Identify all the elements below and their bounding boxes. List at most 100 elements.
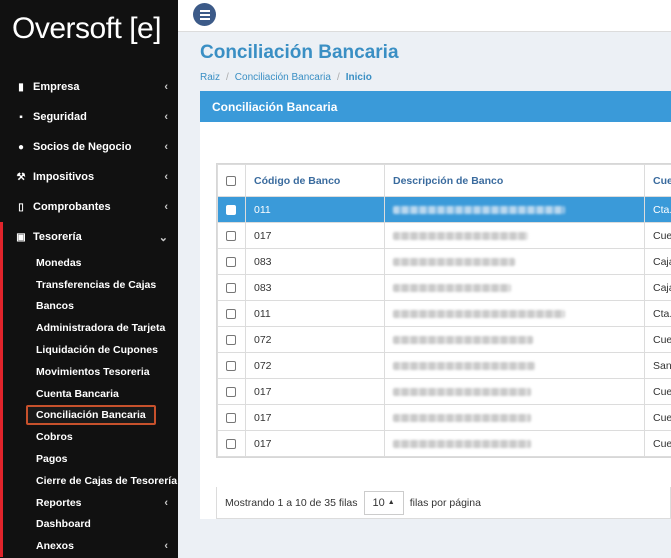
chevron-left-icon: ‹ [164,171,168,183]
cell-account: Cuer [644,430,671,457]
cell-account: Sant [644,352,671,379]
submenu-item-liquidacion[interactable]: Liquidación de Cupones [3,339,178,361]
redacted-text [393,205,565,214]
table-header-row: Código de Banco Descripción de Banco Cue [217,164,671,197]
submenu-item-movimientos[interactable]: Movimientos Tesoreria [3,361,178,383]
menu-toggle-icon[interactable] [193,3,216,26]
row-checkbox[interactable] [217,430,246,457]
sidebar-item-socios[interactable]: ● Socios de Negocio ‹ [0,132,178,162]
sidebar-item-label: Impositivos [33,171,95,183]
table-row[interactable]: 017 Cuer [217,378,671,405]
money-icon: ▣ [16,231,26,243]
content-panel: Conciliación Bancaria Código de Banco De… [200,91,671,519]
submenu-item-dashboard[interactable]: Dashboard [3,514,178,536]
breadcrumb-section[interactable]: Conciliación Bancaria [235,72,331,83]
caret-up-icon: ▲ [387,499,395,506]
table-row[interactable]: 017 Cuer [217,404,671,431]
tesoreria-submenu: Monedas Transferencias de Cajas Bancos A… [0,252,178,558]
cell-account: Cuer [644,404,671,431]
row-checkbox[interactable] [217,248,246,275]
sidebar-item-label: Empresa [33,81,80,93]
table-row[interactable]: 011 Cta. [217,300,671,327]
cell-account: Cuer [644,222,671,249]
row-checkbox[interactable] [217,222,246,249]
pagination-footer: Mostrando 1 a 10 de 35 filas 10 ▲ filas p… [216,487,671,519]
cell-account: Cuer [644,326,671,353]
row-checkbox[interactable] [217,300,246,327]
cell-description [384,222,645,249]
cell-description [384,326,645,353]
submenu-item-monedas[interactable]: Monedas [3,252,178,274]
cell-account: Cuer [644,378,671,405]
column-header-account[interactable]: Cue [644,164,671,197]
submenu-item-conciliacion[interactable]: Conciliación Bancaria [3,405,178,427]
chevron-left-icon: ‹ [164,540,168,553]
submenu-item-administradora[interactable]: Administradora de Tarjeta [3,317,178,339]
chevron-left-icon: ‹ [164,496,168,509]
row-checkbox[interactable] [217,352,246,379]
sidebar-item-empresa[interactable]: ▮ Empresa ‹ [0,72,178,102]
breadcrumb-root[interactable]: Raiz [200,72,220,83]
submenu-item-anexos[interactable]: Anexos ‹ [3,535,178,557]
panel-title: Conciliación Bancaria [200,91,671,122]
cell-account: Cta. [644,300,671,327]
row-checkbox[interactable] [217,274,246,301]
table-row[interactable]: 011 Cta. [217,196,671,223]
redacted-text [393,283,511,292]
table-row[interactable]: 017 Cuer [217,430,671,457]
gavel-icon: ⚒ [16,171,26,183]
cell-account: Cta. [644,196,671,223]
cell-code: 083 [245,274,385,301]
submenu-item-cuenta-bancaria[interactable]: Cuenta Bancaria [3,383,178,405]
brand-logo[interactable]: Oversoft [e] [0,0,178,58]
submenu-item-cierre[interactable]: Cierre de Cajas de Tesorería [3,470,178,492]
breadcrumb-current: Inicio [345,72,372,83]
brand-name: Oversoft [12,12,122,45]
submenu-item-transferencias[interactable]: Transferencias de Cajas [3,274,178,296]
main-content: Conciliación Bancaria Raiz / Conciliación … [178,32,671,558]
submenu-item-pagos[interactable]: Pagos [3,448,178,470]
sidebar-menu: ▮ Empresa ‹ ▪ Seguridad ‹ ● Socios de Ne… [0,72,178,558]
select-all-checkbox[interactable] [217,164,246,197]
row-checkbox[interactable] [217,378,246,405]
redacted-text [393,257,515,266]
sidebar-item-tesoreria[interactable]: ▣ Tesorería ⌄ [0,222,178,252]
row-checkbox[interactable] [217,196,246,223]
submenu-item-reportes[interactable]: Reportes ‹ [3,492,178,514]
column-header-description[interactable]: Descripción de Banco [384,164,645,197]
cell-description [384,300,645,327]
table-row[interactable]: 083 Caja [217,248,671,275]
table-row[interactable]: 083 Caja [217,274,671,301]
sidebar-item-label: Seguridad [33,111,87,123]
cell-description [384,196,645,223]
column-header-code[interactable]: Código de Banco [245,164,385,197]
table-row[interactable]: 017 Cuer [217,222,671,249]
sidebar-item-seguridad[interactable]: ▪ Seguridad ‹ [0,102,178,132]
redacted-text [393,335,533,344]
cell-code: 017 [245,404,385,431]
cell-description [384,352,645,379]
row-checkbox[interactable] [217,404,246,431]
brand-mark: [e] [129,12,162,45]
lock-icon: ▪ [19,111,23,123]
table-row[interactable]: 072 Cuer [217,326,671,353]
submenu-item-cobros[interactable]: Cobros [3,426,178,448]
cell-code: 011 [245,300,385,327]
chevron-left-icon: ‹ [164,81,168,93]
user-icon: ● [17,141,25,153]
rows-info: Mostrando 1 a 10 de 35 filas [225,496,358,509]
sidebar-item-comprobantes[interactable]: ▯ Comprobantes ‹ [0,192,178,222]
top-bar [178,0,671,32]
cell-code: 072 [245,352,385,379]
table-row[interactable]: 072 Sant [217,352,671,379]
sidebar-item-impositivos[interactable]: ⚒ Impositivos ‹ [0,162,178,192]
cell-description [384,404,645,431]
submenu-item-bancos[interactable]: Bancos [3,296,178,318]
cell-code: 072 [245,326,385,353]
redacted-text [393,387,531,396]
page-size-select[interactable]: 10 ▲ [363,490,404,515]
page-title: Conciliación Bancaria [200,42,399,63]
row-checkbox[interactable] [217,326,246,353]
cell-code: 011 [245,196,385,223]
file-icon: ▯ [18,201,24,213]
